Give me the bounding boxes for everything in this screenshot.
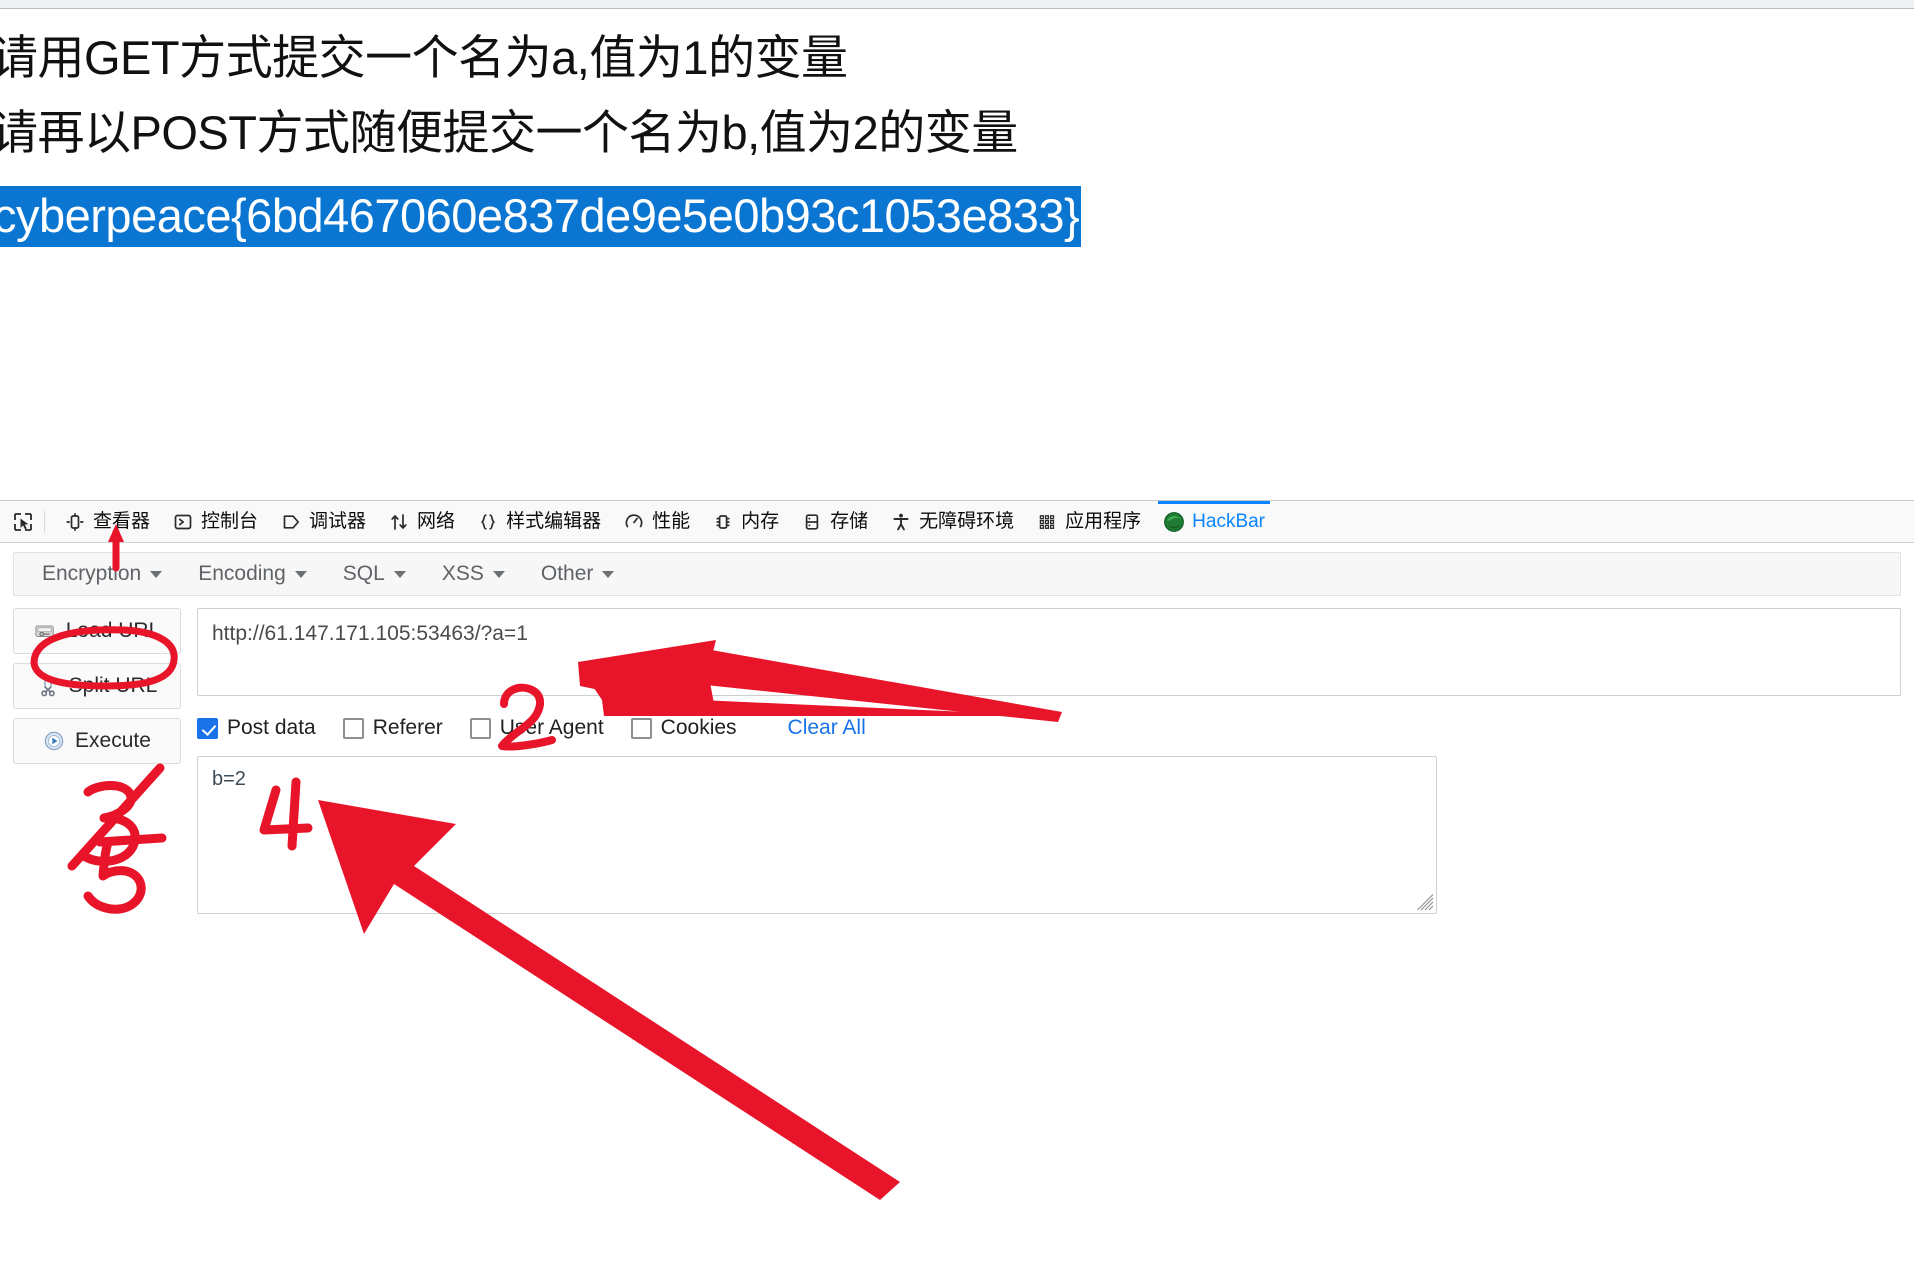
tab-network[interactable]: 网络 <box>377 501 466 543</box>
menu-encoding[interactable]: Encoding <box>180 562 325 586</box>
menu-sql-label: SQL <box>342 562 385 585</box>
chevron-down-icon <box>602 570 615 578</box>
execute-icon <box>43 730 65 752</box>
clear-all-link[interactable]: Clear All <box>788 716 866 740</box>
tab-hackbar-label: HackBar <box>1192 511 1266 532</box>
chevron-down-icon <box>393 570 406 578</box>
checkbox-cookies[interactable]: Cookies <box>630 716 737 740</box>
referer-checkbox-box[interactable] <box>342 717 364 739</box>
tab-inspector[interactable]: 查看器 <box>53 501 161 543</box>
checkbox-user-agent[interactable]: User Agent <box>469 716 604 740</box>
tab-memory[interactable]: 内存 <box>701 501 790 543</box>
hackbar-icon <box>1163 511 1185 533</box>
checkbox-referer[interactable]: Referer <box>342 716 443 740</box>
hackbar-body: Load URL Split URL Execute http://61.147… <box>0 596 1914 914</box>
checkbox-user-agent-label: User Agent <box>499 716 604 739</box>
screenshot-root: 请用GET方式提交一个名为a,值为1的变量 请再以POST方式随便提交一个名为b… <box>0 0 1914 1282</box>
cookies-checkbox-box[interactable] <box>630 717 652 739</box>
tab-performance[interactable]: 性能 <box>612 501 701 543</box>
menu-encoding-label: Encoding <box>198 562 286 585</box>
tab-network-label: 网络 <box>417 511 456 532</box>
menu-sql[interactable]: SQL <box>325 562 424 586</box>
tab-console[interactable]: 控制台 <box>161 501 269 543</box>
toolbar-divider <box>44 510 45 533</box>
url-input[interactable] <box>197 608 1901 696</box>
element-picker-icon[interactable] <box>6 505 40 539</box>
split-url-label: Split URL <box>68 674 158 697</box>
devtools-tab-bar: 查看器 控制台 调试器 网络 样式编辑器 性能 内存 存储 无障碍环境 应用程序… <box>0 500 1914 543</box>
tab-inspector-label: 查看器 <box>93 511 151 532</box>
menu-encryption-label: Encryption <box>42 562 142 585</box>
tab-accessibility[interactable]: 无障碍环境 <box>879 501 1025 543</box>
application-icon <box>1036 511 1058 533</box>
checkbox-post-data-label: Post data <box>227 716 316 739</box>
tab-application[interactable]: 应用程序 <box>1025 501 1152 543</box>
instruction-line-post: 请再以POST方式随便提交一个名为b,值为2的变量 <box>0 106 1018 159</box>
tab-style-editor-label: 样式编辑器 <box>506 511 602 532</box>
tab-style-editor[interactable]: 样式编辑器 <box>466 501 612 543</box>
storage-icon <box>801 511 823 533</box>
style-editor-icon <box>477 511 499 533</box>
hackbar-fields: Post data Referer User Agent Cookie <box>185 608 1901 914</box>
hackbar-panel: Encryption Encoding SQL XSS Other Load U… <box>0 552 1914 914</box>
menu-xss-label: XSS <box>441 562 484 585</box>
post-data-input[interactable] <box>197 756 1437 914</box>
devtools-panel: 查看器 控制台 调试器 网络 样式编辑器 性能 内存 存储 无障碍环境 应用程序… <box>0 500 1914 1282</box>
challenge-page-content: 请用GET方式提交一个名为a,值为1的变量 请再以POST方式随便提交一个名为b… <box>0 9 1914 500</box>
inspector-icon <box>64 511 86 533</box>
hackbar-menu-bar: Encryption Encoding SQL XSS Other <box>13 552 1901 596</box>
tab-accessibility-label: 无障碍环境 <box>919 511 1015 532</box>
split-url-icon <box>37 675 59 697</box>
browser-chrome-strip <box>0 0 1914 9</box>
tab-console-label: 控制台 <box>201 511 259 532</box>
memory-icon <box>712 511 734 533</box>
tab-application-label: 应用程序 <box>1065 511 1142 532</box>
checkbox-cookies-label: Cookies <box>660 716 737 739</box>
network-icon <box>388 511 410 533</box>
load-url-label: Load URL <box>65 619 161 642</box>
menu-xss[interactable]: XSS <box>424 562 523 586</box>
tab-memory-label: 内存 <box>741 511 780 532</box>
hackbar-action-buttons: Load URL Split URL Execute <box>13 608 185 914</box>
post-data-checkbox-box[interactable] <box>197 717 218 739</box>
execute-label: Execute <box>75 729 151 752</box>
instruction-line-get: 请用GET方式提交一个名为a,值为1的变量 <box>0 31 848 84</box>
menu-other[interactable]: Other <box>523 562 633 586</box>
chevron-down-icon <box>294 570 307 578</box>
chevron-down-icon <box>150 570 163 578</box>
post-data-area <box>197 756 1437 914</box>
accessibility-icon <box>890 511 912 533</box>
hackbar-options-row: Post data Referer User Agent Cookies Cle… <box>197 713 1901 743</box>
split-url-button[interactable]: Split URL <box>13 663 181 709</box>
chevron-down-icon <box>492 570 505 578</box>
tab-performance-label: 性能 <box>652 511 691 532</box>
tab-storage[interactable]: 存储 <box>790 501 879 543</box>
tab-hackbar[interactable]: HackBar <box>1152 500 1276 543</box>
performance-icon <box>623 511 645 533</box>
menu-encryption[interactable]: Encryption <box>24 562 180 586</box>
execute-button[interactable]: Execute <box>13 718 181 764</box>
load-url-button[interactable]: Load URL <box>13 608 181 654</box>
tab-debugger[interactable]: 调试器 <box>269 501 377 543</box>
console-icon <box>172 511 194 533</box>
debugger-icon <box>280 511 302 533</box>
load-url-icon <box>34 620 56 642</box>
flag-text-selected[interactable]: cyberpeace{6bd467060e837de9e5e0b93c1053e… <box>0 186 1082 247</box>
checkbox-post-data[interactable]: Post data <box>197 716 316 740</box>
checkbox-referer-label: Referer <box>372 716 443 739</box>
tab-debugger-label: 调试器 <box>309 511 367 532</box>
user-agent-checkbox-box[interactable] <box>469 717 491 739</box>
tab-storage-label: 存储 <box>830 511 869 532</box>
menu-other-label: Other <box>540 562 594 585</box>
